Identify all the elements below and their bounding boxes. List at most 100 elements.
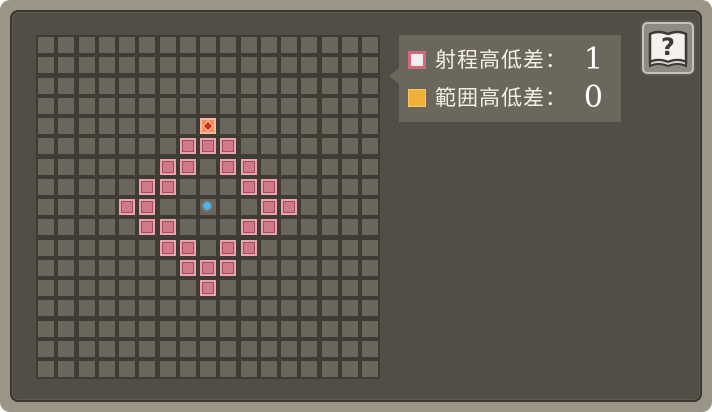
grid-cell[interactable] (98, 340, 115, 357)
range-cell[interactable] (200, 138, 216, 155)
grid-cell[interactable] (119, 280, 135, 296)
grid-cell[interactable] (159, 320, 176, 337)
grid-cell[interactable] (281, 300, 297, 317)
grid-cell[interactable] (119, 239, 135, 256)
grid-cell[interactable] (98, 77, 115, 94)
range-cell[interactable] (240, 239, 257, 256)
grid-cell[interactable] (38, 239, 54, 256)
grid-cell[interactable] (58, 361, 75, 377)
grid-cell[interactable] (260, 239, 277, 256)
grid-cell[interactable] (98, 259, 115, 276)
range-cell[interactable] (260, 178, 277, 195)
range-cell[interactable] (159, 178, 176, 195)
grid-cell[interactable] (139, 361, 156, 377)
grid-cell[interactable] (260, 57, 277, 74)
grid-cell[interactable] (260, 280, 277, 296)
grid-cell[interactable] (98, 118, 115, 134)
grid-cell[interactable] (220, 37, 237, 53)
grid-cell[interactable] (58, 77, 75, 94)
grid-cell[interactable] (362, 138, 378, 155)
grid-cell[interactable] (260, 340, 277, 357)
grid-cell[interactable] (78, 239, 95, 256)
grid-cell[interactable] (159, 259, 176, 276)
range-cell[interactable] (139, 219, 156, 236)
grid-cell[interactable] (200, 158, 216, 175)
grid-cell[interactable] (78, 219, 95, 236)
grid-cell[interactable] (281, 178, 297, 195)
grid-cell[interactable] (341, 320, 358, 337)
grid-cell[interactable] (58, 320, 75, 337)
grid-cell[interactable] (58, 340, 75, 357)
grid-cell[interactable] (240, 300, 257, 317)
help-button[interactable]: ? (640, 20, 696, 76)
grid-cell[interactable] (220, 57, 237, 74)
grid-cell[interactable] (179, 77, 196, 94)
grid-cell[interactable] (321, 340, 338, 357)
grid-cell[interactable] (200, 300, 216, 317)
grid-cell[interactable] (301, 199, 318, 215)
grid-cell[interactable] (260, 97, 277, 114)
range-cell[interactable] (240, 219, 257, 236)
grid-cell[interactable] (321, 280, 338, 296)
grid-cell[interactable] (139, 158, 156, 175)
grid-cell[interactable] (321, 118, 338, 134)
grid-cell[interactable] (38, 300, 54, 317)
range-cell[interactable] (220, 158, 237, 175)
grid-cell[interactable] (281, 37, 297, 53)
grid-cell[interactable] (98, 219, 115, 236)
grid-cell[interactable] (362, 37, 378, 53)
grid-cell[interactable] (321, 199, 338, 215)
grid-cell[interactable] (260, 77, 277, 94)
grid-cell[interactable] (38, 158, 54, 175)
grid-cell[interactable] (341, 361, 358, 377)
grid-cell[interactable] (301, 138, 318, 155)
grid-cell[interactable] (98, 97, 115, 114)
grid-cell[interactable] (179, 97, 196, 114)
grid-cell[interactable] (139, 57, 156, 74)
grid-cell[interactable] (200, 320, 216, 337)
range-cell[interactable] (240, 158, 257, 175)
grid-cell[interactable] (321, 320, 338, 337)
grid-cell[interactable] (58, 178, 75, 195)
grid-cell[interactable] (362, 97, 378, 114)
range-cell[interactable] (200, 259, 216, 276)
grid-cell[interactable] (38, 37, 54, 53)
grid-cell[interactable] (260, 138, 277, 155)
grid-cell[interactable] (281, 239, 297, 256)
grid-cell[interactable] (179, 219, 196, 236)
grid-cell[interactable] (78, 158, 95, 175)
grid-cell[interactable] (119, 320, 135, 337)
grid-cell[interactable] (98, 57, 115, 74)
grid-cell[interactable] (119, 118, 135, 134)
grid-cell[interactable] (260, 37, 277, 53)
grid-cell[interactable] (38, 138, 54, 155)
grid-cell[interactable] (98, 199, 115, 215)
grid-cell[interactable] (78, 77, 95, 94)
grid-cell[interactable] (281, 118, 297, 134)
grid-cell[interactable] (240, 320, 257, 337)
grid-cell[interactable] (78, 37, 95, 53)
grid-cell[interactable] (200, 219, 216, 236)
grid-cell[interactable] (139, 37, 156, 53)
grid-cell[interactable] (301, 77, 318, 94)
grid-cell[interactable] (159, 199, 176, 215)
grid-cell[interactable] (78, 178, 95, 195)
grid-cell[interactable] (362, 340, 378, 357)
grid-cell[interactable] (220, 280, 237, 296)
grid-cell[interactable] (98, 138, 115, 155)
grid-cell[interactable] (139, 300, 156, 317)
grid-cell[interactable] (139, 320, 156, 337)
grid-cell[interactable] (78, 138, 95, 155)
grid-cell[interactable] (220, 320, 237, 337)
grid-cell[interactable] (78, 259, 95, 276)
grid-cell[interactable] (139, 138, 156, 155)
grid-cell[interactable] (362, 118, 378, 134)
grid-cell[interactable] (341, 158, 358, 175)
grid-cell[interactable] (301, 219, 318, 236)
range-cell[interactable] (179, 239, 196, 256)
grid-cell[interactable] (260, 158, 277, 175)
grid-cell[interactable] (240, 57, 257, 74)
range-cell[interactable] (240, 178, 257, 195)
grid-cell[interactable] (58, 280, 75, 296)
grid-cell[interactable] (220, 361, 237, 377)
